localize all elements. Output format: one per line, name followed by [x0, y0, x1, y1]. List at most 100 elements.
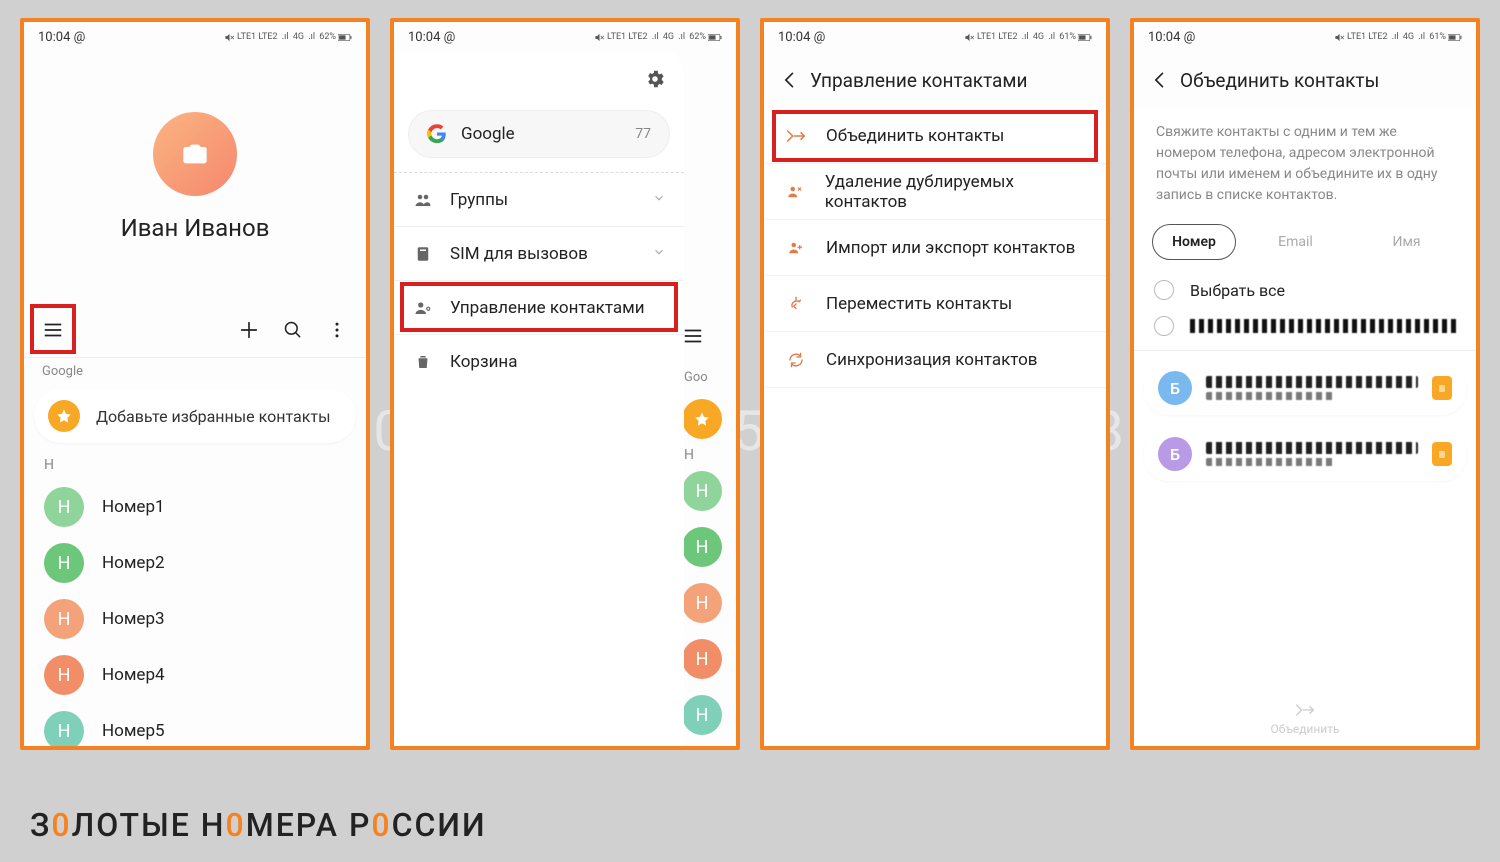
drawer-item[interactable]: Управление контактами [394, 280, 684, 334]
google-icon [427, 124, 447, 144]
status-right: LTE1 LTE2 .ıl 4G .ıl 62% [594, 32, 722, 43]
phone-screen-4: 10:04 @ LTE1 LTE2 .ıl 4G .ıl 61% Объедин… [1130, 18, 1480, 750]
screen-header: Управление контактами [764, 52, 1106, 108]
contact-list[interactable]: Добавьте избранные контакты Н ННомер1ННо… [24, 389, 366, 746]
status-bar: 10:04 @ LTE1 LTE2 .ıl 4G .ıl 61% [1134, 22, 1476, 52]
hamburger-icon [682, 325, 704, 347]
contact-row[interactable]: Н Номер3 [24, 591, 366, 647]
manage-item[interactable]: Переместить контакты [764, 276, 1106, 332]
status-bar: 10:04 @ LTE1 LTE2 .ıl 4G .ıl 61% [764, 22, 1106, 52]
source-label: Google [24, 358, 366, 389]
hamburger-icon[interactable] [40, 317, 66, 343]
contact-row[interactable]: Н Номер2 [24, 535, 366, 591]
merge-group[interactable]: Б [1144, 427, 1466, 481]
drawer-item-icon [412, 191, 434, 209]
manage-item-label: Удаление дублируемых контактов [825, 172, 1086, 212]
contact-avatar: Н [44, 599, 84, 639]
manage-item[interactable]: Удаление дублируемых контактов [764, 164, 1106, 220]
contact-name: Номер2 [102, 553, 165, 573]
group-text [1206, 442, 1418, 466]
favorites-label: Добавьте избранные контакты [96, 407, 331, 426]
merge-label: Объединить [1270, 722, 1339, 736]
contact-avatar: Н [44, 711, 84, 746]
drawer-item[interactable]: SIM для вызовов [394, 226, 684, 280]
status-bar: 10:04 @ LTE1 LTE2 .ıl 4G .ıl 62% [24, 22, 366, 52]
drawer-item-label: Корзина [450, 352, 666, 372]
select-all-row[interactable]: Выбрать все [1134, 272, 1476, 308]
manage-item-icon [784, 128, 808, 144]
contact-avatar: Н [44, 543, 84, 583]
contact-name: Номер5 [102, 721, 165, 741]
more-icon[interactable] [324, 317, 350, 343]
phone-screen-1: 10:04 @ LTE1 LTE2 .ıl 4G .ıl 62% Иван Ив… [20, 18, 370, 750]
profile-header: Иван Иванов [24, 52, 366, 302]
status-time: 10:04 @ [38, 30, 85, 45]
add-icon[interactable] [236, 317, 262, 343]
merge-action[interactable]: Объединить [1134, 702, 1476, 736]
brand-caption: З0ЛОТЫЕ Н0МЕРА Р0ССИИ [30, 806, 487, 844]
drawer-item-icon [412, 245, 434, 263]
manage-item[interactable]: Синхронизация контактов [764, 332, 1106, 388]
status-right: LTE1 LTE2 .ıl 4G .ıl 61% [1334, 32, 1462, 43]
select-item-row[interactable] [1134, 308, 1476, 351]
camera-icon [181, 140, 209, 168]
account-label: Google [461, 124, 635, 144]
back-icon[interactable] [770, 60, 810, 100]
drawer-backdrop-list: Goo Н Н Н Н Н Н Н [676, 52, 736, 746]
merge-group[interactable]: Б [1144, 361, 1466, 415]
profile-name: Иван Иванов [121, 214, 270, 242]
drawer-item-label: Управление контактами [450, 298, 666, 318]
merge-icon [1295, 702, 1315, 718]
select-all-label: Выбрать все [1190, 281, 1285, 300]
star-icon [682, 399, 722, 439]
contact-row[interactable]: ННомер1 [24, 479, 366, 535]
status-right: LTE1 LTE2 .ıl 4G .ıl 62% [224, 32, 352, 43]
drawer-item-label: Группы [450, 190, 652, 210]
drawer-item[interactable]: Группы [394, 172, 684, 226]
sim-icon [1432, 442, 1452, 466]
bg-source: Goo [676, 364, 736, 391]
chevron-down-icon [652, 190, 666, 210]
contact-row[interactable]: ННомер4 [24, 647, 366, 703]
favorites-row[interactable]: Добавьте избранные контакты [34, 389, 356, 443]
search-icon[interactable] [280, 317, 306, 343]
tab-email[interactable]: Email [1244, 224, 1347, 260]
status-bar: 10:04 @ LTE1 LTE2 .ıl 4G .ıl 62% [394, 22, 736, 52]
manage-item[interactable]: Объединить контакты [764, 108, 1106, 164]
group-text [1206, 376, 1418, 400]
manage-item-icon [784, 351, 808, 369]
phone-screen-3: 10:04 @ LTE1 LTE2 .ıl 4G .ıl 61% Управле… [760, 18, 1110, 750]
tab-number[interactable]: Номер [1152, 224, 1236, 260]
manage-item-label: Объединить контакты [826, 126, 1004, 146]
sim-icon [1432, 376, 1452, 400]
status-right: LTE1 LTE2 .ıl 4G .ıl 61% [964, 32, 1092, 43]
screen-header: Объединить контакты [1134, 52, 1476, 108]
back-icon[interactable] [1140, 60, 1180, 100]
manage-item-icon [784, 183, 807, 201]
contact-avatar: Н [44, 487, 84, 527]
checkbox-icon[interactable] [1154, 316, 1174, 336]
screen-title: Управление контактами [810, 69, 1027, 92]
manage-item-label: Переместить контакты [826, 294, 1012, 314]
status-time: 10:04 @ [778, 30, 825, 45]
drawer-item-icon [412, 299, 434, 317]
manage-item[interactable]: Импорт или экспорт контактов [764, 220, 1106, 276]
status-time: 10:04 @ [1148, 30, 1195, 45]
account-pill[interactable]: Google 77 [408, 110, 670, 158]
contact-row[interactable]: Н Номер5 [24, 703, 366, 746]
toolbar [24, 302, 366, 358]
drawer-item[interactable]: Корзина [394, 334, 684, 388]
phone-frames: 10:04 @ LTE1 LTE2 .ıl 4G .ıl 62% Иван Ив… [20, 18, 1480, 750]
contact-name: Номер4 [102, 665, 165, 685]
drawer-item-icon [412, 353, 434, 371]
bg-section: Н [676, 447, 736, 463]
settings-icon[interactable] [644, 68, 666, 94]
star-icon [48, 400, 80, 432]
profile-avatar[interactable] [153, 112, 237, 196]
contact-name: Номер3 [102, 609, 165, 629]
chevron-down-icon [652, 244, 666, 264]
screen-title: Объединить контакты [1180, 69, 1379, 92]
tab-name[interactable]: Имя [1355, 224, 1458, 260]
checkbox-icon[interactable] [1154, 280, 1174, 300]
nav-drawer: Google 77 Группы SIM для вызовов Управлени… [394, 52, 684, 746]
